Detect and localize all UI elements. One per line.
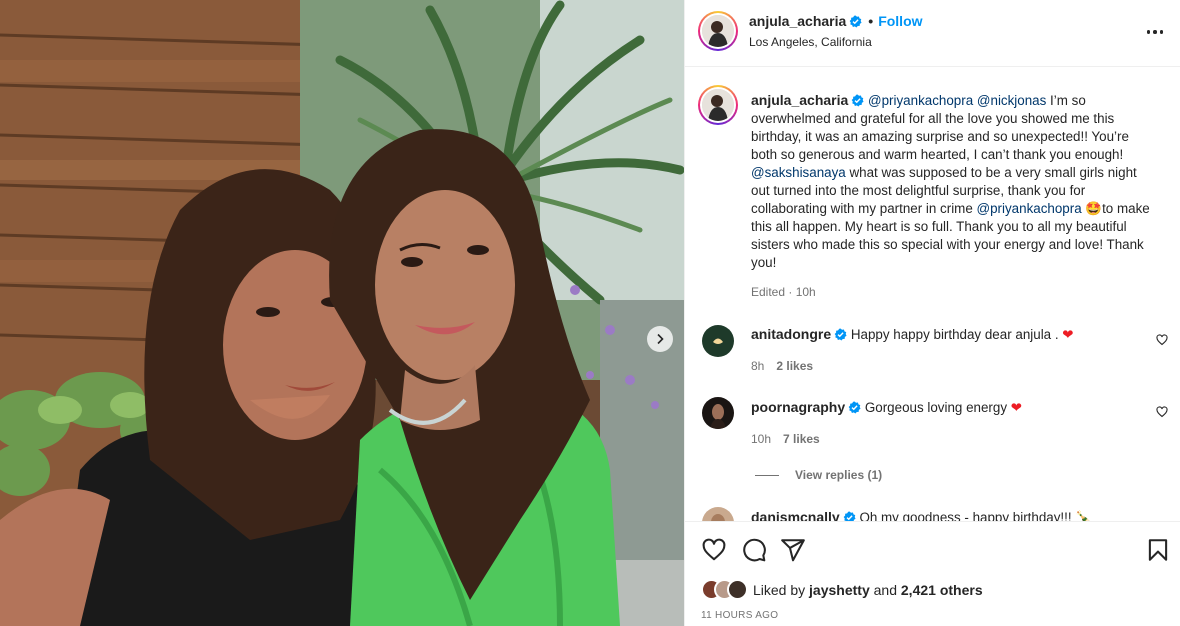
verified-badge-icon bbox=[843, 511, 856, 521]
red-heart-emoji: ❤ bbox=[1062, 327, 1074, 342]
comment-body: danismcnally Oh my goodness - happy birt… bbox=[751, 508, 1151, 521]
like-comment-heart-icon[interactable] bbox=[1156, 334, 1168, 346]
liked-by-text: Liked by jayshetty and 2,421 others bbox=[753, 582, 983, 598]
commenter-avatar[interactable] bbox=[702, 507, 734, 521]
commenter-username[interactable]: anitadongre bbox=[751, 326, 831, 342]
liked-by-others[interactable]: 2,421 others bbox=[901, 582, 983, 598]
post-photo[interactable] bbox=[0, 0, 684, 626]
commenter-avatar[interactable] bbox=[702, 397, 734, 429]
comment-meta: 10h 7 likes bbox=[751, 432, 820, 446]
liker-avatar bbox=[727, 579, 748, 600]
author-avatar[interactable] bbox=[698, 11, 738, 51]
avatar-image bbox=[702, 15, 734, 47]
comment-likes[interactable]: 7 likes bbox=[783, 432, 820, 446]
mention-link[interactable]: @priyankachopra bbox=[977, 201, 1082, 216]
more-dot bbox=[1146, 30, 1151, 34]
more-options-button[interactable] bbox=[1143, 22, 1167, 42]
photo-scene bbox=[0, 0, 684, 626]
avatar-image bbox=[702, 397, 734, 429]
author-username[interactable]: anjula_acharia bbox=[749, 13, 846, 29]
commenter-avatar[interactable] bbox=[702, 325, 734, 357]
mention-link[interactable]: @sakshisanaya bbox=[751, 165, 846, 180]
mention-link[interactable]: @priyankachopra bbox=[868, 93, 973, 108]
liked-by-mid: and bbox=[869, 582, 901, 598]
comment-text: Oh my goodness - happy birthday!!! 🍾 bbox=[859, 510, 1092, 521]
comment-time: 10h bbox=[751, 432, 772, 446]
comment-meta: 8h 2 likes bbox=[751, 359, 813, 373]
caption-username[interactable]: anjula_acharia bbox=[751, 92, 848, 108]
post-location[interactable]: Los Angeles, California bbox=[749, 35, 872, 49]
chevron-right-icon bbox=[657, 333, 664, 345]
verified-badge-icon bbox=[849, 15, 862, 28]
like-heart-icon[interactable] bbox=[701, 537, 727, 563]
star-struck-emoji: 🤩 bbox=[1085, 201, 1103, 216]
liker-avatars bbox=[701, 579, 753, 601]
comment-body: anitadongre Happy happy birthday dear an… bbox=[751, 325, 1151, 344]
verified-badge-icon bbox=[848, 401, 861, 414]
carousel-next-button[interactable] bbox=[647, 326, 673, 352]
mention-link[interactable]: @nickjonas bbox=[977, 93, 1046, 108]
verified-badge-icon bbox=[834, 328, 847, 341]
caption-author-avatar[interactable] bbox=[698, 85, 738, 125]
avatar-image bbox=[702, 507, 734, 521]
save-bookmark-icon[interactable] bbox=[1145, 537, 1171, 563]
comment-likes[interactable]: 2 likes bbox=[776, 359, 813, 373]
share-send-icon[interactable] bbox=[780, 537, 806, 563]
verified-badge-icon bbox=[851, 94, 864, 107]
comment-text: Gorgeous loving energy bbox=[864, 400, 1011, 415]
comments-scroll-area[interactable]: anjula_acharia @priyankachopra @nickjona… bbox=[685, 67, 1180, 521]
post-actions: Liked by jayshetty and 2,421 others 11 H… bbox=[685, 521, 1180, 626]
avatar-image bbox=[702, 89, 734, 121]
liked-by-user[interactable]: jayshetty bbox=[809, 582, 870, 598]
comment-bubble-icon[interactable] bbox=[741, 537, 767, 563]
separator-dot: • bbox=[868, 13, 874, 29]
comment-body: poornagraphy Gorgeous loving energy ❤ bbox=[751, 398, 1151, 417]
view-replies-button[interactable]: View replies (1) bbox=[755, 468, 882, 482]
header-name-row: anjula_acharia • Follow bbox=[749, 13, 923, 29]
more-dot bbox=[1153, 30, 1157, 34]
post-header: anjula_acharia • Follow Los Angeles, Cali… bbox=[685, 0, 1180, 67]
comment-time: 8h bbox=[751, 359, 765, 373]
like-comment-heart-icon[interactable] bbox=[1156, 406, 1168, 418]
avatar-image bbox=[702, 325, 734, 357]
post-side-panel: anjula_acharia • Follow Los Angeles, Cali… bbox=[684, 0, 1180, 626]
caption-edited-time: Edited · 10h bbox=[751, 285, 816, 299]
follow-button[interactable]: Follow bbox=[878, 13, 922, 29]
more-dot bbox=[1159, 30, 1164, 34]
caption-text: anjula_acharia @priyankachopra @nickjona… bbox=[751, 91, 1151, 272]
liked-by-prefix: Liked by bbox=[753, 582, 810, 598]
commenter-username[interactable]: poornagraphy bbox=[751, 399, 845, 415]
red-heart-emoji: ❤ bbox=[1010, 400, 1022, 415]
comment-text: Happy happy birthday dear anjula . bbox=[850, 327, 1063, 342]
post-timestamp[interactable]: 11 HOURS AGO bbox=[701, 610, 778, 621]
commenter-username[interactable]: danismcnally bbox=[751, 509, 840, 521]
likes-summary: Liked by jayshetty and 2,421 others bbox=[701, 579, 983, 601]
